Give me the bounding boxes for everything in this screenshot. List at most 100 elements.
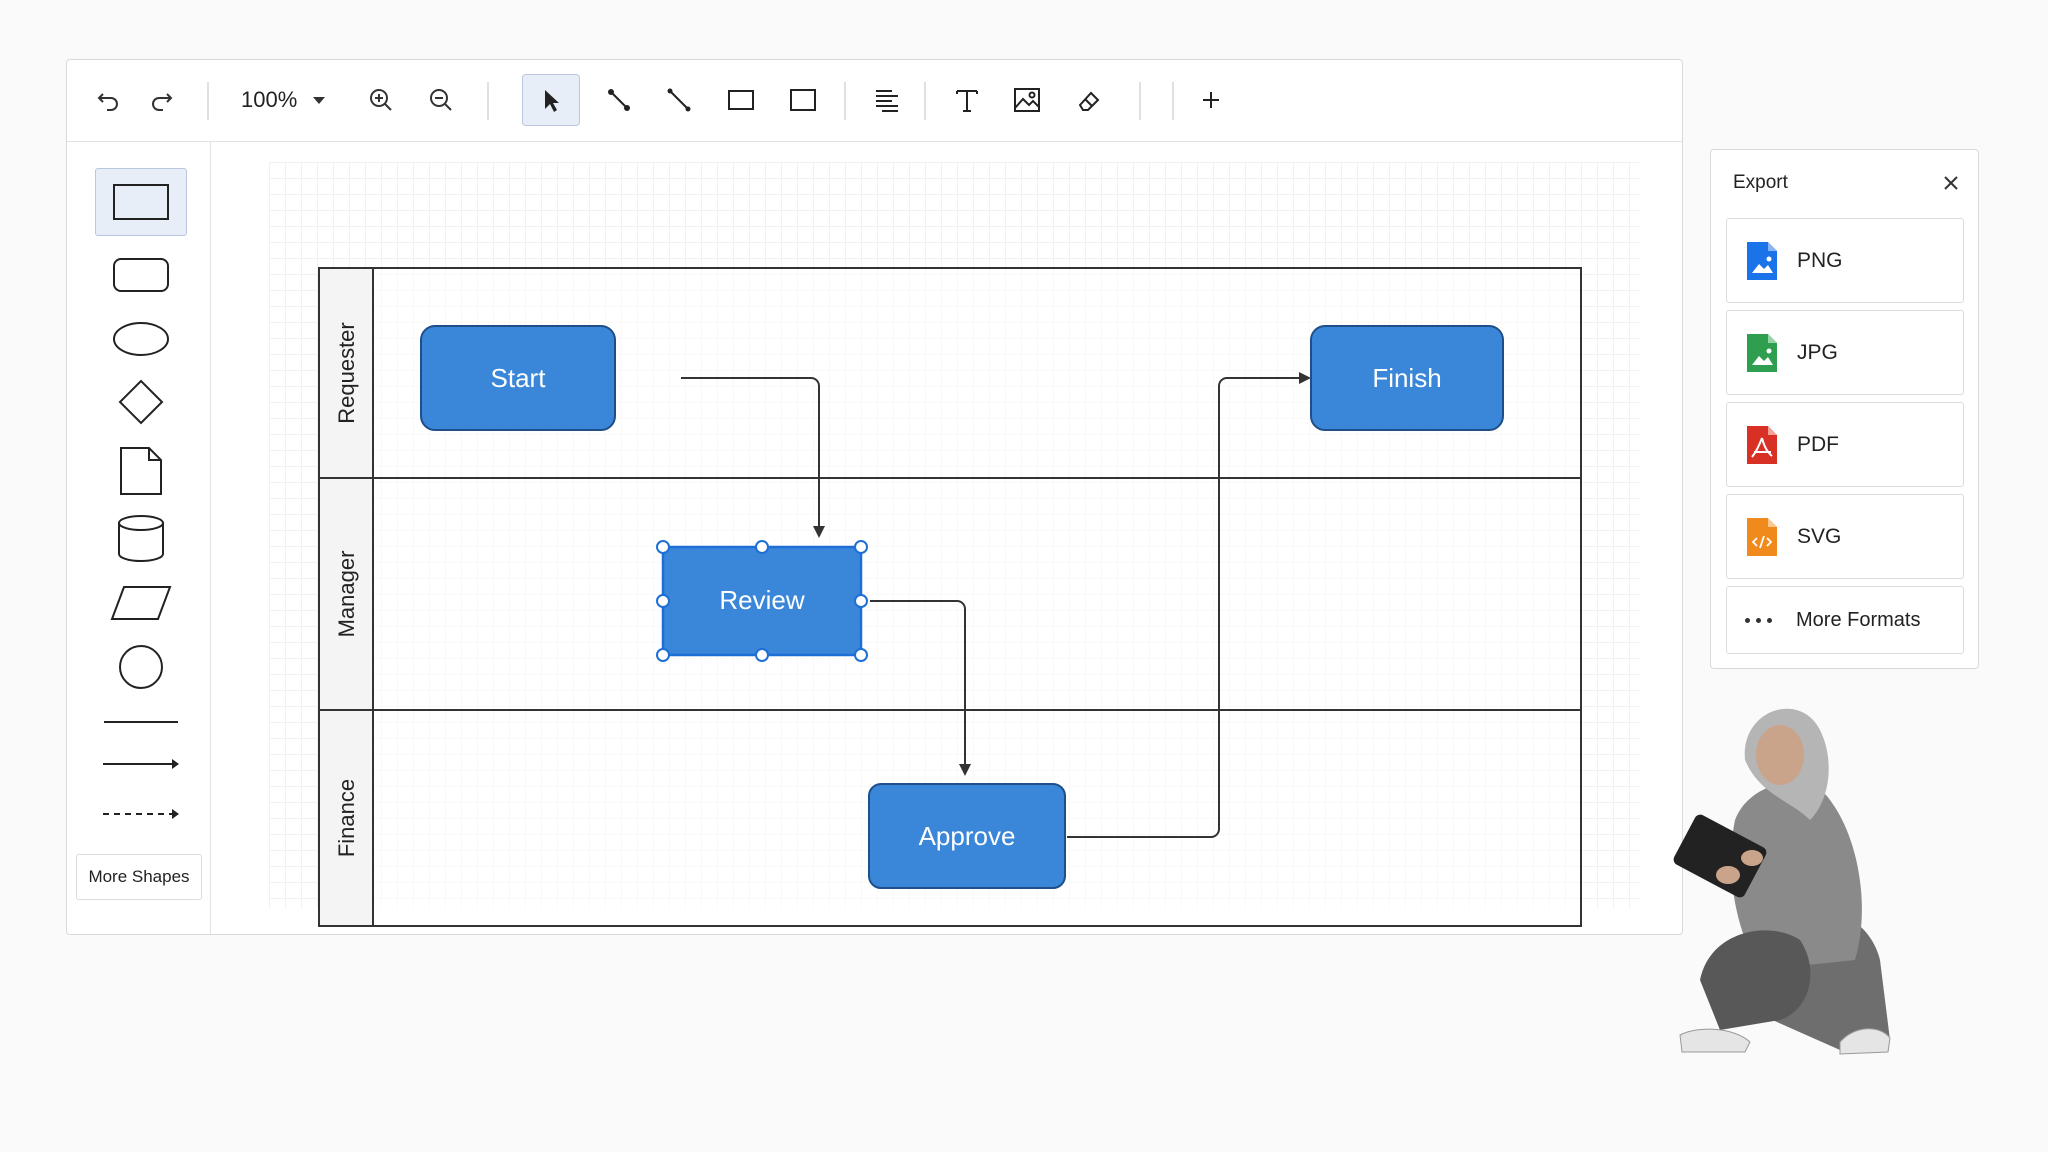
diagram-editor-window: 100% More Shapes Requester Manager Finan… xyxy=(66,59,1683,935)
pdf-file-icon xyxy=(1747,425,1777,464)
toolbar-separator xyxy=(207,82,209,120)
frame-icon xyxy=(790,89,816,111)
more-shapes-button[interactable]: More Shapes xyxy=(76,854,202,900)
node-start-label: Start xyxy=(491,363,547,393)
redo-button[interactable] xyxy=(137,76,185,124)
close-icon[interactable] xyxy=(1940,172,1962,194)
document-shape-icon xyxy=(120,447,162,495)
frame-tool-button[interactable] xyxy=(779,76,827,124)
zoom-out-button[interactable] xyxy=(417,76,465,124)
toolbar-separator xyxy=(1172,82,1174,120)
connector-icon xyxy=(608,89,630,111)
shape-rectangle[interactable] xyxy=(95,168,187,236)
resize-handle-bottom[interactable] xyxy=(755,648,769,662)
shape-dashed-arrow[interactable] xyxy=(95,804,187,824)
shape-line[interactable] xyxy=(95,712,187,732)
more-formats-label: More Formats xyxy=(1796,608,1921,631)
jpg-file-icon xyxy=(1747,333,1777,372)
diamond-shape-icon xyxy=(118,379,164,425)
shape-parallelogram[interactable] xyxy=(95,582,187,624)
zoom-dropdown[interactable]: 100% xyxy=(241,76,337,124)
align-icon xyxy=(876,90,898,112)
lane-label-finance: Finance xyxy=(334,779,359,857)
shape-diamond[interactable] xyxy=(95,376,187,428)
rectangle-shape-icon xyxy=(113,184,169,220)
text-align-button[interactable] xyxy=(863,76,911,124)
line-icon xyxy=(667,88,691,112)
zoom-out-icon xyxy=(430,89,452,111)
rectangle-tool-button[interactable] xyxy=(717,76,765,124)
pointer-icon xyxy=(545,90,559,112)
node-start[interactable]: Start xyxy=(420,325,616,431)
more-formats-button[interactable]: More Formats xyxy=(1726,586,1964,654)
toolbar-separator xyxy=(487,82,489,120)
chevron-down-icon xyxy=(313,96,326,104)
shape-circle[interactable] xyxy=(95,642,187,692)
more-dots-icon xyxy=(1745,617,1772,623)
image-tool-button[interactable] xyxy=(1003,76,1051,124)
rectangle-icon xyxy=(728,90,754,110)
toolbar-separator xyxy=(1139,82,1141,120)
arrow-shape-icon xyxy=(103,759,179,769)
format-label-png: PNG xyxy=(1797,248,1843,272)
diagram-canvas[interactable]: Requester Manager Finance Start Finish R… xyxy=(211,142,1682,934)
shape-rounded-rectangle[interactable] xyxy=(95,252,187,298)
cylinder-shape-icon xyxy=(118,515,164,562)
node-finish-label: Finish xyxy=(1372,363,1441,393)
resize-handle-bottom-right[interactable] xyxy=(854,648,868,662)
shape-document[interactable] xyxy=(95,444,187,498)
resize-handle-top[interactable] xyxy=(755,540,769,554)
resize-handle-bottom-left[interactable] xyxy=(656,648,670,662)
text-tool-button[interactable] xyxy=(943,76,991,124)
node-approve[interactable]: Approve xyxy=(868,783,1066,889)
svg-file-icon xyxy=(1747,517,1777,556)
node-review[interactable]: Review xyxy=(661,545,863,657)
plus-icon xyxy=(1203,92,1219,108)
format-label-pdf: PDF xyxy=(1797,432,1839,456)
shape-ellipse[interactable] xyxy=(95,316,187,362)
select-tool-button[interactable] xyxy=(522,74,580,126)
lane-label-requester: Requester xyxy=(334,322,359,424)
image-icon xyxy=(1014,88,1040,112)
text-icon xyxy=(956,90,978,112)
shape-palette: More Shapes xyxy=(67,142,211,934)
node-review-label: Review xyxy=(719,585,804,615)
export-panel: Export PNG JPG PDF SVG More Formats xyxy=(1710,149,1979,669)
export-jpg-button[interactable]: JPG xyxy=(1726,310,1964,395)
person-with-tablet-illustration xyxy=(1673,708,1891,1055)
format-label-jpg: JPG xyxy=(1797,340,1838,364)
export-pdf-button[interactable]: PDF xyxy=(1726,402,1964,487)
toolbar-separator xyxy=(844,82,846,120)
draw-tool-button[interactable] xyxy=(1065,76,1113,124)
circle-shape-icon xyxy=(119,645,163,689)
export-svg-button[interactable]: SVG xyxy=(1726,494,1964,579)
zoom-value: 100% xyxy=(241,87,298,112)
add-button[interactable] xyxy=(1187,76,1235,124)
undo-button[interactable] xyxy=(85,76,133,124)
connector-tool-button[interactable] xyxy=(595,76,643,124)
shape-arrow[interactable] xyxy=(95,754,187,774)
png-file-icon xyxy=(1747,241,1777,280)
node-approve-label: Approve xyxy=(919,821,1016,851)
undo-icon xyxy=(97,93,118,111)
line-shape-icon xyxy=(104,721,178,723)
node-finish[interactable]: Finish xyxy=(1310,325,1504,431)
resize-handle-left[interactable] xyxy=(656,594,670,608)
zoom-in-icon xyxy=(370,89,392,111)
resize-handle-top-left[interactable] xyxy=(656,540,670,554)
parallelogram-shape-icon xyxy=(110,586,172,620)
resize-handle-top-right[interactable] xyxy=(854,540,868,554)
line-tool-button[interactable] xyxy=(655,76,703,124)
zoom-in-button[interactable] xyxy=(357,76,405,124)
format-label-svg: SVG xyxy=(1797,524,1842,548)
lane-label-manager: Manager xyxy=(334,551,359,638)
rounded-rectangle-shape-icon xyxy=(113,258,169,292)
eraser-icon xyxy=(1078,91,1100,111)
dashed-arrow-shape-icon xyxy=(103,809,179,819)
export-png-button[interactable]: PNG xyxy=(1726,218,1964,303)
ellipse-shape-icon xyxy=(113,322,169,356)
resize-handle-right[interactable] xyxy=(854,594,868,608)
swimlane-diagram: Requester Manager Finance Start Finish R… xyxy=(318,267,1582,927)
shape-cylinder[interactable] xyxy=(95,512,187,566)
toolbar-separator xyxy=(924,82,926,120)
